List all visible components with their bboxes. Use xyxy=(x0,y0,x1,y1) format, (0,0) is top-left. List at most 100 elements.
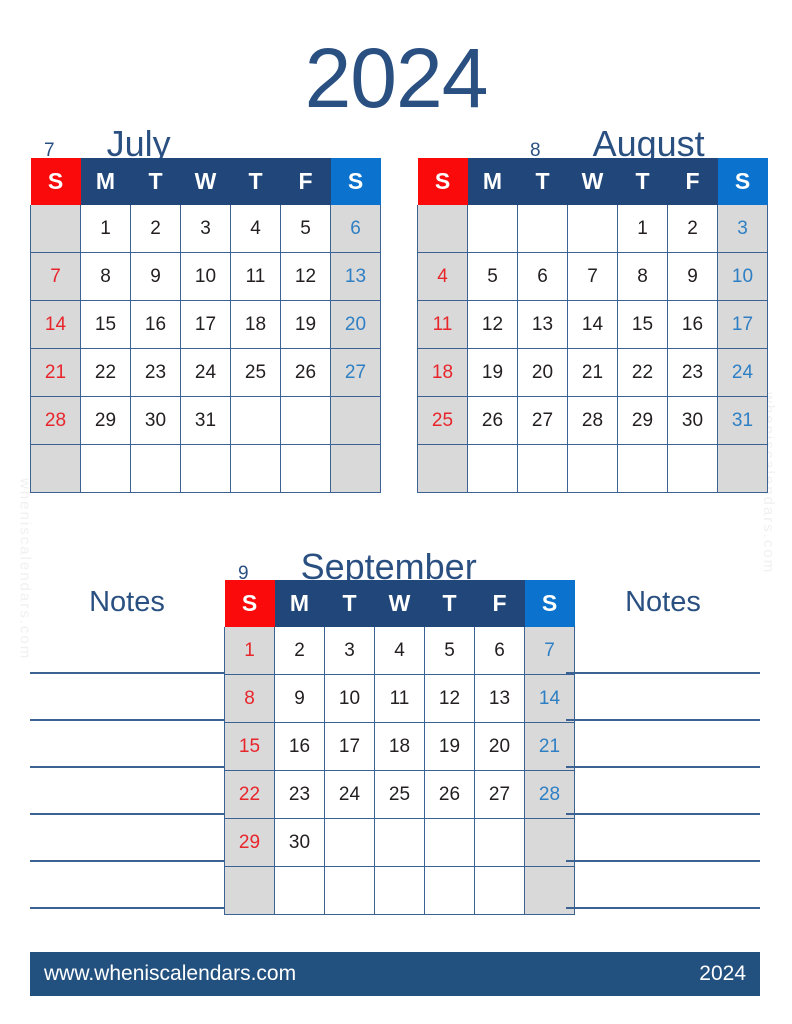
calendar-day-september-29[interactable]: 29 xyxy=(224,818,275,867)
calendar-week-row xyxy=(30,444,381,493)
calendar-day-july-30[interactable]: 30 xyxy=(130,396,181,445)
notes-panel-left[interactable]: Notes xyxy=(30,579,224,915)
calendar-day-september-26[interactable]: 26 xyxy=(424,770,475,819)
calendar-day-september-11[interactable]: 11 xyxy=(374,674,425,723)
calendar-day-august-20[interactable]: 20 xyxy=(517,348,568,397)
calendar-day-july-6[interactable]: 6 xyxy=(330,204,381,253)
notes-panel-right[interactable]: Notes xyxy=(566,579,760,915)
calendar-day-august-19[interactable]: 19 xyxy=(467,348,518,397)
calendar-day-september-3[interactable]: 3 xyxy=(324,626,375,675)
calendar-day-september-10[interactable]: 10 xyxy=(324,674,375,723)
calendar-day-september-15[interactable]: 15 xyxy=(224,722,275,771)
calendar-day-august-8[interactable]: 8 xyxy=(617,252,668,301)
calendar-day-september-30[interactable]: 30 xyxy=(274,818,325,867)
calendar-day-july-5[interactable]: 5 xyxy=(280,204,331,253)
calendar-day-july-1[interactable]: 1 xyxy=(80,204,131,253)
calendar-day-september-2[interactable]: 2 xyxy=(274,626,325,675)
calendar-day-september-23[interactable]: 23 xyxy=(274,770,325,819)
calendar-day-september-6[interactable]: 6 xyxy=(474,626,525,675)
calendar-day-august-13[interactable]: 13 xyxy=(517,300,568,349)
calendar-week-row: 7 8 9 10 11 12 13 xyxy=(30,252,381,301)
calendar-day-september-4[interactable]: 4 xyxy=(374,626,425,675)
calendar-day-july-2[interactable]: 2 xyxy=(130,204,181,253)
calendar-day-august-4[interactable]: 4 xyxy=(417,252,468,301)
calendar-day-july-11[interactable]: 11 xyxy=(230,252,281,301)
calendar-day-september-25[interactable]: 25 xyxy=(374,770,425,819)
calendar-day-july-19[interactable]: 19 xyxy=(280,300,331,349)
calendar-day-august-5[interactable]: 5 xyxy=(467,252,518,301)
calendar-day-august-7[interactable]: 7 xyxy=(567,252,618,301)
calendar-day-august-1[interactable]: 1 xyxy=(617,204,668,253)
footer-url[interactable]: www.wheniscalendars.com xyxy=(44,962,296,986)
calendar-day-august-26[interactable]: 26 xyxy=(467,396,518,445)
notes-lines-left[interactable] xyxy=(30,625,224,915)
calendar-day-august-10[interactable]: 10 xyxy=(717,252,768,301)
calendar-day-september-20[interactable]: 20 xyxy=(474,722,525,771)
calendar-week-row xyxy=(224,866,575,915)
calendar-day-september-1[interactable]: 1 xyxy=(224,626,275,675)
calendar-day-july-17[interactable]: 17 xyxy=(180,300,231,349)
calendar-day-july-31[interactable]: 31 xyxy=(180,396,231,445)
calendar-day-september-19[interactable]: 19 xyxy=(424,722,475,771)
calendar-day-august-9[interactable]: 9 xyxy=(667,252,718,301)
calendar-day-august-12[interactable]: 12 xyxy=(467,300,518,349)
calendar-day-august-14[interactable]: 14 xyxy=(567,300,618,349)
calendar-day-july-25[interactable]: 25 xyxy=(230,348,281,397)
calendar-day-august-24[interactable]: 24 xyxy=(717,348,768,397)
calendar-day-august-29[interactable]: 29 xyxy=(617,396,668,445)
calendar-day-august-28[interactable]: 28 xyxy=(567,396,618,445)
calendar-day-september-8[interactable]: 8 xyxy=(224,674,275,723)
calendar-day-august-2[interactable]: 2 xyxy=(667,204,718,253)
calendar-day-august-27[interactable]: 27 xyxy=(517,396,568,445)
calendar-day-september-12[interactable]: 12 xyxy=(424,674,475,723)
calendar-cell-empty xyxy=(30,204,81,253)
calendar-day-july-22[interactable]: 22 xyxy=(80,348,131,397)
calendar-day-august-16[interactable]: 16 xyxy=(667,300,718,349)
calendar-week-row: 14 15 16 17 18 19 20 xyxy=(30,300,381,349)
calendar-day-july-7[interactable]: 7 xyxy=(30,252,81,301)
calendar-day-july-4[interactable]: 4 xyxy=(230,204,281,253)
calendar-day-august-11[interactable]: 11 xyxy=(417,300,468,349)
calendar-day-july-14[interactable]: 14 xyxy=(30,300,81,349)
calendar-day-september-17[interactable]: 17 xyxy=(324,722,375,771)
calendar-day-august-22[interactable]: 22 xyxy=(617,348,668,397)
calendar-day-september-27[interactable]: 27 xyxy=(474,770,525,819)
calendar-day-july-27[interactable]: 27 xyxy=(330,348,381,397)
calendar-day-september-24[interactable]: 24 xyxy=(324,770,375,819)
notes-lines-right[interactable] xyxy=(566,625,760,915)
calendar-day-july-24[interactable]: 24 xyxy=(180,348,231,397)
calendar-day-july-13[interactable]: 13 xyxy=(330,252,381,301)
calendar-day-september-22[interactable]: 22 xyxy=(224,770,275,819)
calendar-day-august-6[interactable]: 6 xyxy=(517,252,568,301)
calendar-day-july-20[interactable]: 20 xyxy=(330,300,381,349)
calendar-day-august-21[interactable]: 21 xyxy=(567,348,618,397)
calendar-day-august-25[interactable]: 25 xyxy=(417,396,468,445)
calendar-day-september-9[interactable]: 9 xyxy=(274,674,325,723)
calendar-day-july-23[interactable]: 23 xyxy=(130,348,181,397)
calendar-day-july-9[interactable]: 9 xyxy=(130,252,181,301)
calendar-day-july-29[interactable]: 29 xyxy=(80,396,131,445)
calendar-day-july-28[interactable]: 28 xyxy=(30,396,81,445)
calendar-day-august-18[interactable]: 18 xyxy=(417,348,468,397)
calendar-day-july-12[interactable]: 12 xyxy=(280,252,331,301)
calendar-day-august-3[interactable]: 3 xyxy=(717,204,768,253)
calendar-day-july-8[interactable]: 8 xyxy=(80,252,131,301)
calendar-day-august-31[interactable]: 31 xyxy=(717,396,768,445)
calendar-grid-august: S M T W T F S 1 2 3 4 5 6 7 8 9 10 11 12 13 14 15 16 17 18 19 20 21… xyxy=(417,157,768,493)
calendar-cell-empty xyxy=(424,818,475,867)
calendar-day-july-15[interactable]: 15 xyxy=(80,300,131,349)
calendar-day-july-3[interactable]: 3 xyxy=(180,204,231,253)
calendar-day-july-10[interactable]: 10 xyxy=(180,252,231,301)
calendar-day-august-23[interactable]: 23 xyxy=(667,348,718,397)
calendar-day-september-13[interactable]: 13 xyxy=(474,674,525,723)
calendar-day-august-15[interactable]: 15 xyxy=(617,300,668,349)
calendar-day-september-16[interactable]: 16 xyxy=(274,722,325,771)
calendar-day-july-18[interactable]: 18 xyxy=(230,300,281,349)
calendar-day-july-16[interactable]: 16 xyxy=(130,300,181,349)
calendar-day-july-26[interactable]: 26 xyxy=(280,348,331,397)
calendar-day-september-5[interactable]: 5 xyxy=(424,626,475,675)
calendar-day-august-30[interactable]: 30 xyxy=(667,396,718,445)
calendar-day-august-17[interactable]: 17 xyxy=(717,300,768,349)
calendar-day-september-18[interactable]: 18 xyxy=(374,722,425,771)
calendar-day-july-21[interactable]: 21 xyxy=(30,348,81,397)
